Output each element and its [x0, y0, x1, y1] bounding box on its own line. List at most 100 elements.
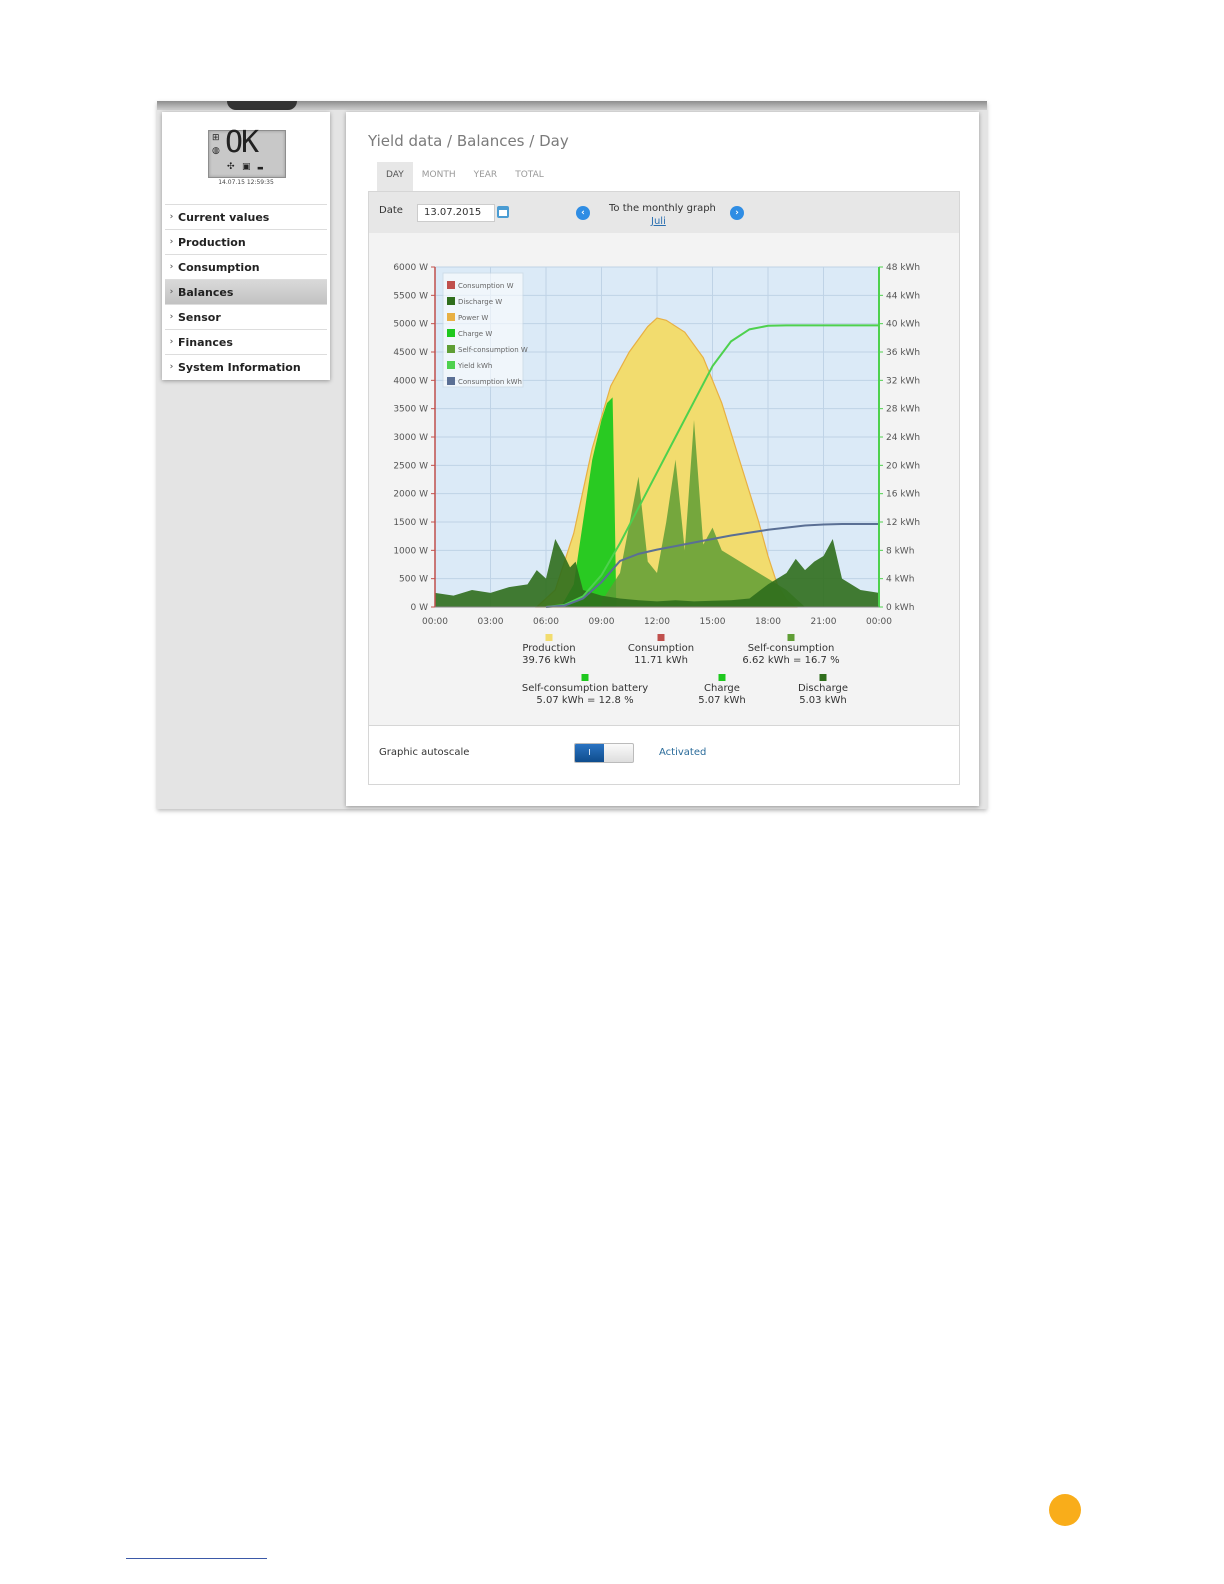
tab-year[interactable]: YEAR — [465, 162, 507, 191]
chevron-right-icon: › — [169, 262, 174, 272]
tab-day[interactable]: DAY — [377, 162, 413, 191]
y-left-tick-label: 4000 W — [393, 376, 428, 386]
chevron-left-icon: ‹ — [581, 208, 585, 218]
device-fan-icon: ✣ — [227, 162, 235, 172]
summary-value: 5.03 kWh — [799, 695, 846, 706]
x-tick-label: 12:00 — [644, 617, 670, 627]
y-left-tick-label: 4500 W — [393, 348, 428, 358]
device-grid-icon: ⊞ — [212, 133, 220, 143]
summary-swatch — [545, 634, 553, 641]
chart-area: 0 W 500 W 1000 W 1500 W 2000 W 2500 W 3000 W 35… — [368, 233, 960, 725]
legend-entry: Power W — [458, 314, 488, 322]
chevron-right-icon: › — [169, 362, 174, 372]
summary-value: 39.76 kWh — [522, 655, 576, 666]
device-globe-icon: ◍ — [212, 146, 220, 156]
sidebar-item-consumption[interactable]: › Consumption — [165, 254, 327, 279]
sidebar-item-label: Balances — [178, 285, 234, 299]
date-toolbar: Date 13.07.2015 ‹ To the monthly graph J… — [368, 191, 960, 234]
summary-value: 5.07 kWh = 12.8 % — [536, 695, 633, 706]
y-left-tick-label: 5500 W — [393, 291, 428, 301]
sidebar-item-balances[interactable]: › Balances — [165, 279, 327, 304]
y-left-tick-label: 0 W — [411, 603, 429, 613]
x-tick-label: 21:00 — [811, 617, 837, 627]
x-tick-label: 00:00 — [422, 617, 448, 627]
sidebar-menu: › Current values › Production › Consumption… — [165, 204, 327, 379]
summary-label: Consumption — [628, 643, 694, 654]
x-tick-label: 09:00 — [589, 617, 615, 627]
summary-label: Discharge — [798, 683, 848, 694]
date-field[interactable]: 13.07.2015 — [417, 204, 495, 222]
balance-chart: 0 W 500 W 1000 W 1500 W 2000 W 2500 W 3000 W 35… — [393, 263, 920, 706]
summary-swatch — [787, 634, 795, 641]
y-left-tick-label: 1000 W — [393, 546, 428, 556]
page-marker-dot — [1049, 1494, 1081, 1526]
chevron-right-icon: › — [735, 208, 739, 218]
y-right-tick-label: 28 kWh — [886, 405, 920, 415]
chevron-right-icon: › — [169, 237, 174, 247]
summary-value: 11.71 kWh — [634, 655, 688, 666]
legend-swatch — [447, 377, 455, 385]
breadcrumb: Yield data / Balances / Day — [368, 132, 569, 150]
legend-entry: Consumption kWh — [458, 378, 522, 386]
y-left-tick-label: 6000 W — [393, 263, 428, 273]
legend-entry: Self-consumption W — [458, 346, 528, 354]
y-left-tick-label: 3000 W — [393, 433, 428, 443]
monthly-graph-title: To the monthly graph — [609, 203, 716, 214]
period-tabs: DAY MONTH YEAR TOTAL — [377, 162, 553, 191]
device-status-display: ⊞ ◍ OK ✣ ▣ ▬ — [208, 125, 286, 178]
summary-swatch — [581, 674, 589, 681]
summary-label: Self-consumption battery — [522, 683, 648, 694]
date-label: Date — [379, 205, 403, 216]
legend-entry: Consumption W — [458, 282, 514, 290]
legend-entry: Discharge W — [458, 298, 502, 306]
monthly-graph-link[interactable]: Juli — [651, 216, 666, 227]
y-right-tick-label: 8 kWh — [886, 546, 914, 556]
autoscale-state: Activated — [659, 747, 707, 758]
sidebar-item-current-values[interactable]: › Current values — [165, 204, 327, 229]
sidebar-item-label: Production — [178, 235, 246, 249]
summary-label: Charge — [704, 683, 740, 694]
sidebar: ⊞ ◍ OK ✣ ▣ ▬ 14.07.15 12:59:35 › Current … — [162, 112, 330, 380]
sidebar-item-production[interactable]: › Production — [165, 229, 327, 254]
chevron-right-icon: › — [169, 287, 174, 297]
device-battery-icon: ▣ — [242, 162, 251, 172]
tab-month[interactable]: MONTH — [413, 162, 465, 191]
next-day-button[interactable]: › — [730, 206, 744, 220]
summary-swatch — [657, 634, 665, 641]
y-left-tick-label: 3500 W — [393, 405, 428, 415]
autoscale-toggle[interactable]: I — [574, 743, 634, 763]
calendar-icon[interactable] — [497, 206, 509, 218]
footnote-divider — [126, 1558, 267, 1559]
sidebar-item-label: Finances — [178, 335, 233, 349]
chevron-right-icon: › — [169, 212, 174, 222]
legend-swatch — [447, 329, 455, 337]
legend-swatch — [447, 297, 455, 305]
x-tick-label: 15:00 — [700, 617, 726, 627]
sidebar-item-system-information[interactable]: › System Information — [165, 354, 327, 379]
summary-value: 6.62 kWh = 16.7 % — [742, 655, 839, 666]
y-right-tick-label: 20 kWh — [886, 461, 920, 471]
x-tick-label: 18:00 — [755, 617, 781, 627]
tab-total[interactable]: TOTAL — [506, 162, 553, 191]
y-left-tick-label: 2500 W — [393, 461, 428, 471]
legend-swatch — [447, 281, 455, 289]
y-right-tick-label: 16 kWh — [886, 490, 920, 500]
summary-label: Self-consumption — [748, 643, 835, 654]
toggle-on-indicator: I — [575, 744, 604, 762]
y-left-tick-label: 5000 W — [393, 320, 428, 330]
y-right-tick-label: 4 kWh — [886, 575, 914, 585]
autoscale-label: Graphic autoscale — [379, 747, 470, 758]
previous-day-button[interactable]: ‹ — [576, 206, 590, 220]
sidebar-item-sensor[interactable]: › Sensor — [165, 304, 327, 329]
y-right-tick-label: 48 kWh — [886, 263, 920, 273]
summary-label: Production — [522, 643, 575, 654]
summary-value: 5.07 kWh — [698, 695, 745, 706]
device-status-text: OK — [225, 125, 259, 160]
device-bar-icon: ▬ — [257, 164, 264, 172]
legend-swatch — [447, 345, 455, 353]
main-panel: Yield data / Balances / Day DAY MONTH YE… — [346, 112, 979, 806]
sidebar-item-finances[interactable]: › Finances — [165, 329, 327, 354]
y-right-tick-label: 44 kWh — [886, 291, 920, 301]
x-tick-label: 03:00 — [478, 617, 504, 627]
y-right-tick-label: 32 kWh — [886, 376, 920, 386]
